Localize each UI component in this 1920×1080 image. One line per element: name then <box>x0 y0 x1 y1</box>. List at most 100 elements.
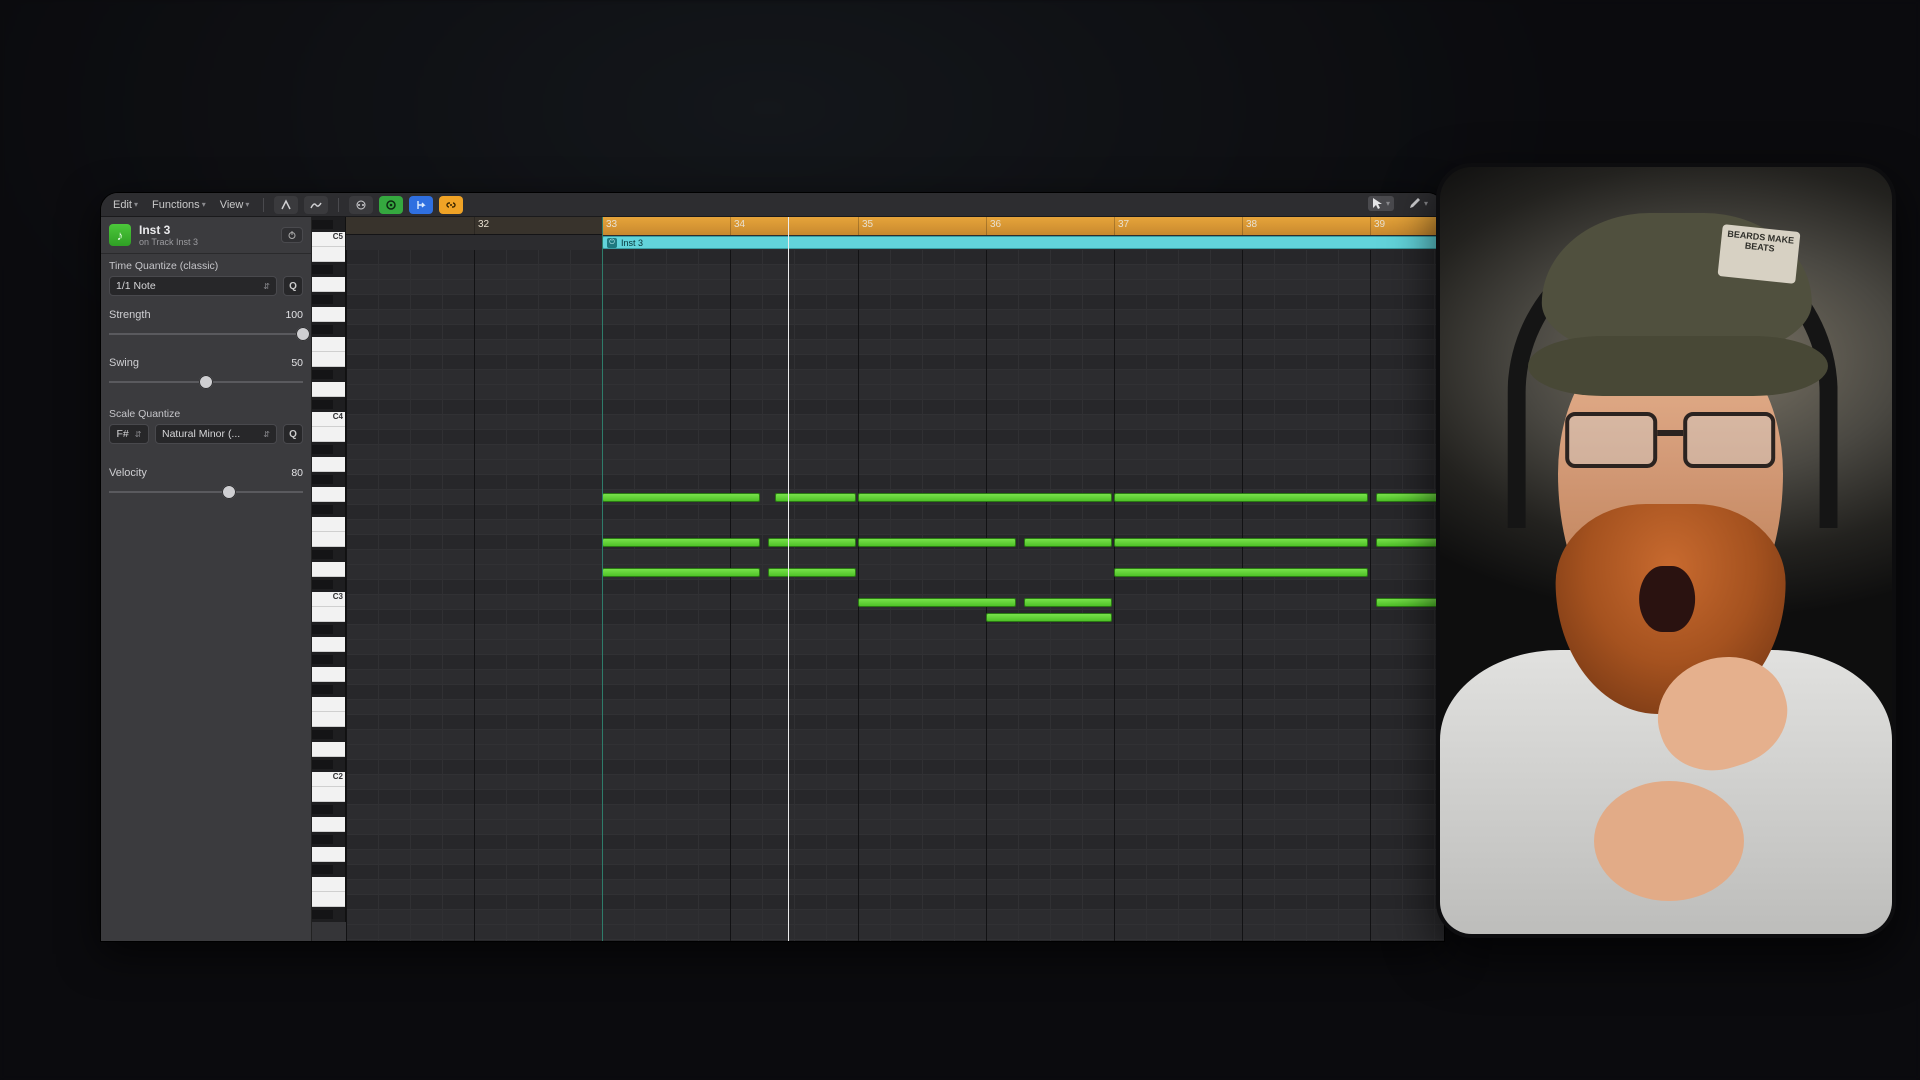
midi-note[interactable] <box>602 568 760 577</box>
swing-slider[interactable] <box>109 372 303 392</box>
midi-note[interactable] <box>1114 493 1368 502</box>
midi-note[interactable] <box>602 538 760 547</box>
black-key[interactable] <box>312 655 333 664</box>
playhead[interactable] <box>788 217 789 941</box>
black-key[interactable] <box>312 685 333 694</box>
black-key[interactable] <box>312 265 333 274</box>
black-key[interactable] <box>312 550 333 559</box>
white-key[interactable] <box>312 847 345 862</box>
grid-row <box>346 820 1444 835</box>
black-key[interactable] <box>312 325 333 334</box>
midi-note[interactable] <box>1376 538 1444 547</box>
midi-note[interactable] <box>1376 598 1444 607</box>
white-key[interactable] <box>312 787 345 802</box>
power-icon: ⏻ <box>607 238 617 248</box>
ruler-tick: 33 <box>602 217 620 235</box>
pointer-tool[interactable]: ▾ <box>1368 196 1394 211</box>
black-key[interactable] <box>312 505 333 514</box>
menu-edit[interactable]: Edit ▾ <box>109 197 142 213</box>
link-toggle[interactable] <box>439 196 463 214</box>
midi-note[interactable] <box>1114 538 1368 547</box>
white-key[interactable] <box>312 337 345 352</box>
midi-out-toggle[interactable] <box>349 196 373 214</box>
snap-toggle[interactable] <box>274 196 298 214</box>
automation-toggle[interactable] <box>304 196 328 214</box>
midi-note[interactable] <box>1024 598 1112 607</box>
white-key[interactable] <box>312 532 345 547</box>
region-power-button[interactable] <box>281 227 303 243</box>
black-key[interactable] <box>312 835 333 844</box>
piano-roll-grid[interactable] <box>346 250 1444 941</box>
slider-thumb[interactable] <box>296 327 310 341</box>
velocity-slider[interactable] <box>109 482 303 502</box>
bar-line <box>858 250 859 941</box>
white-key[interactable] <box>312 517 345 532</box>
black-key[interactable] <box>312 445 333 454</box>
menu-functions[interactable]: Functions ▾ <box>148 197 210 213</box>
midi-note[interactable] <box>1376 493 1444 502</box>
black-key[interactable] <box>312 475 333 484</box>
piano-keyboard[interactable]: C5C4C3C2 <box>312 217 346 922</box>
white-key[interactable] <box>312 382 345 397</box>
white-key[interactable] <box>312 277 345 292</box>
white-key[interactable] <box>312 667 345 682</box>
white-key[interactable] <box>312 307 345 322</box>
black-key[interactable] <box>312 910 333 919</box>
midi-note[interactable] <box>1024 538 1112 547</box>
midi-note[interactable] <box>858 598 1016 607</box>
white-key[interactable] <box>312 457 345 472</box>
black-key[interactable] <box>312 730 333 739</box>
strength-slider[interactable] <box>109 324 303 344</box>
cycle-range[interactable] <box>602 217 1444 235</box>
midi-in-toggle[interactable] <box>379 196 403 214</box>
pencil-tool[interactable]: ▾ <box>1404 196 1432 211</box>
black-key[interactable] <box>312 295 333 304</box>
grid-row <box>346 295 1444 310</box>
grid-row <box>346 835 1444 850</box>
bar-ruler[interactable]: 3233343536373839 <box>346 217 1444 235</box>
white-key[interactable] <box>312 712 345 727</box>
white-key[interactable] <box>312 487 345 502</box>
white-key[interactable] <box>312 892 345 907</box>
midi-note[interactable] <box>602 493 760 502</box>
grid-row <box>346 910 1444 925</box>
white-key[interactable] <box>312 247 345 262</box>
black-key[interactable] <box>312 760 333 769</box>
quantize-now-button[interactable]: Q <box>283 276 303 296</box>
inspector: ♪ Inst 3 on Track Inst 3 Time Quantize (… <box>101 217 312 941</box>
scale-quantize-now-button[interactable]: Q <box>283 424 303 444</box>
midi-note[interactable] <box>986 613 1112 622</box>
black-key[interactable] <box>312 220 333 229</box>
black-key[interactable] <box>312 805 333 814</box>
white-key[interactable] <box>312 742 345 757</box>
black-key[interactable] <box>312 370 333 379</box>
black-key[interactable] <box>312 400 333 409</box>
black-key[interactable] <box>312 625 333 634</box>
midi-note[interactable] <box>858 493 1112 502</box>
white-key[interactable] <box>312 817 345 832</box>
slider-thumb[interactable] <box>222 485 236 499</box>
region-bar[interactable]: ⏻ Inst 3 <box>602 236 1444 249</box>
midi-note[interactable] <box>768 538 856 547</box>
black-key[interactable] <box>312 580 333 589</box>
white-key[interactable] <box>312 697 345 712</box>
black-key[interactable] <box>312 865 333 874</box>
white-key[interactable] <box>312 562 345 577</box>
catch-playhead[interactable] <box>409 196 433 214</box>
midi-note[interactable] <box>858 538 1016 547</box>
white-key[interactable] <box>312 877 345 892</box>
white-key[interactable] <box>312 427 345 442</box>
white-key[interactable] <box>312 352 345 367</box>
menu-view[interactable]: View ▾ <box>216 197 254 213</box>
midi-note[interactable] <box>768 568 856 577</box>
time-quantize-select[interactable]: 1/1 Note ⇵ <box>109 276 277 296</box>
grid-row <box>346 850 1444 865</box>
slider-thumb[interactable] <box>199 375 213 389</box>
scale-mode-select[interactable]: Natural Minor (... ⇵ <box>155 424 277 444</box>
beat-line <box>378 250 379 941</box>
scale-key-select[interactable]: F# ⇵ <box>109 424 149 444</box>
white-key[interactable] <box>312 607 345 622</box>
grid-row <box>346 310 1444 325</box>
midi-note[interactable] <box>1114 568 1368 577</box>
white-key[interactable] <box>312 637 345 652</box>
